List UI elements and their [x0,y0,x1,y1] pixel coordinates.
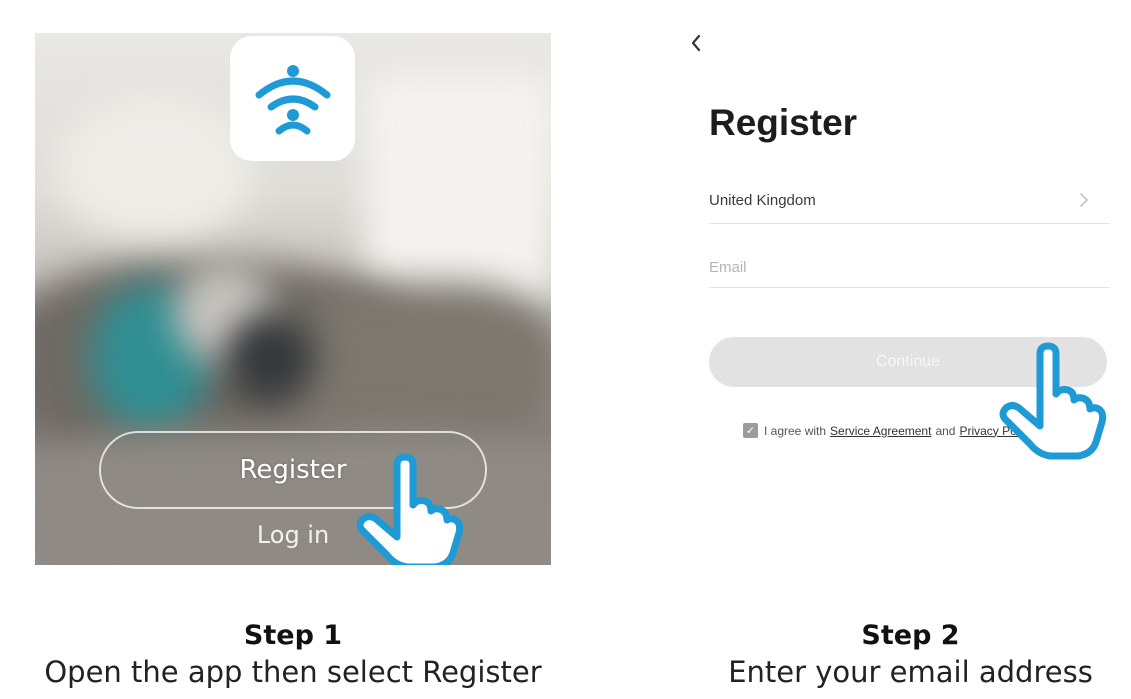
country-selector[interactable]: United Kingdom [709,188,1109,224]
step2-label: Step 2 [861,620,960,651]
step2-screenshot: Register United Kingdom Continue ✓ I agr… [680,20,1120,480]
page-title: Register [709,102,858,143]
background-window [365,73,551,313]
email-field-row [709,252,1109,288]
email-field[interactable] [709,252,1109,282]
agree-prefix-text: I agree with [764,423,827,438]
step2-description: Enter your email address [728,655,1093,689]
wifi-app-icon [230,36,355,161]
agree-and-text: and [935,423,956,438]
background-wall [55,93,255,243]
background-sofa-right [285,283,551,453]
step1-description: Open the app then select Register [44,655,542,689]
pointing-hand-icon [999,342,1107,460]
service-agreement-link[interactable]: Service Agreement [830,424,931,438]
back-chevron-icon[interactable] [686,30,706,56]
country-value: United Kingdom [709,192,816,209]
background-camera [225,313,315,403]
agreement-row: ✓ I agree with Service Agreement and Pri… [743,423,1038,438]
pointing-hand-icon [356,453,464,565]
step1-screenshot: Register Log in [35,33,551,565]
chevron-right-icon [1080,193,1089,207]
step2-caption: Step 2 Enter your email address [690,618,1131,690]
step1-label: Step 1 [243,620,343,651]
wifi-person-icon [255,64,330,134]
step1-caption: Step 1 Open the app then select Register [0,618,586,690]
login-link[interactable]: Log in [235,521,351,549]
agree-checkbox[interactable]: ✓ [743,423,758,438]
